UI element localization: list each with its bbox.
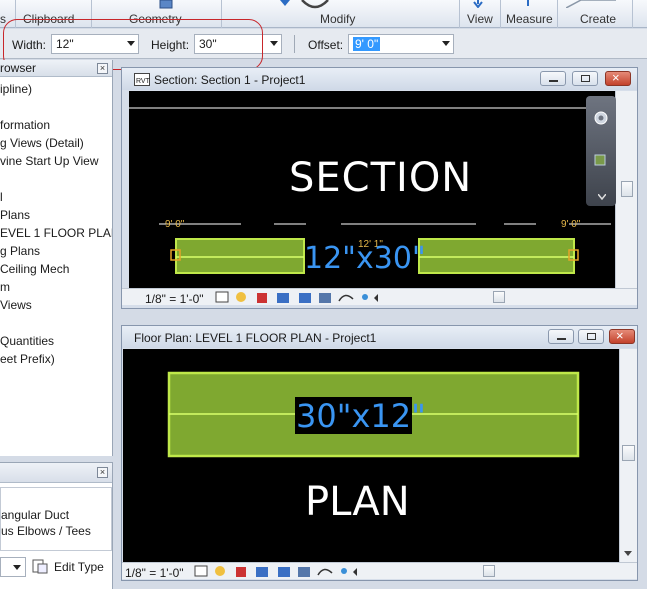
section-view-title: Section: Section 1 - Project1 — [154, 73, 306, 87]
browser-item[interactable]: EVEL 1 FLOOR PLAN — [0, 226, 112, 240]
create-icon[interactable] — [566, 0, 616, 8]
chevron-down-icon[interactable] — [598, 194, 606, 200]
close-icon[interactable]: × — [97, 63, 108, 74]
browser-item[interactable]: g Views (Detail) — [0, 136, 84, 150]
restore-button[interactable] — [572, 71, 598, 86]
section-scale[interactable]: 1/8" = 1'-0" — [145, 292, 204, 306]
section-canvas[interactable]: SECTION 9' 0" 9' 0" 12' 1" 12"x30" — [129, 91, 615, 288]
edit-type-label: Edit Type — [54, 560, 104, 574]
ribbon-panel-modify[interactable]: Modify — [320, 12, 355, 26]
browser-item[interactable]: m — [0, 280, 10, 294]
browser-item[interactable]: Views — [0, 298, 32, 312]
edit-type-button[interactable]: Edit Type — [30, 557, 112, 577]
plan-drawing — [167, 371, 580, 458]
section-duct-tag[interactable]: 12"x30" — [304, 241, 426, 276]
plan-label: PLAN — [305, 479, 410, 525]
geometry-icon[interactable] — [158, 0, 174, 10]
section-vscroll[interactable] — [586, 91, 637, 288]
browser-item[interactable]: g Plans — [0, 244, 40, 258]
section-hscroll-thumb[interactable] — [493, 291, 505, 303]
minimize-button[interactable] — [548, 329, 574, 344]
chevron-down-icon[interactable] — [13, 565, 21, 570]
view-control-icons[interactable] — [215, 291, 385, 305]
project-browser-title: rowser — [0, 61, 37, 75]
chevron-down-icon[interactable] — [270, 41, 278, 46]
plan-duct-tag[interactable]: 30"x12" — [296, 397, 426, 435]
chevron-down-icon[interactable] — [624, 551, 632, 557]
type-filter-dropdown[interactable] — [0, 557, 26, 577]
restore-button[interactable] — [578, 329, 604, 344]
browser-item[interactable]: Plans — [0, 208, 30, 222]
browser-item[interactable]: Ceiling Mech — [0, 262, 69, 276]
browser-item[interactable]: l — [0, 190, 3, 204]
browser-item[interactable]: vine Start Up View — [0, 154, 99, 168]
properties-header: × — [0, 463, 112, 483]
type-selector[interactable]: angular Duct us Elbows / Tees — [0, 487, 112, 551]
chevron-down-icon[interactable] — [442, 41, 450, 46]
ribbon-panel-view[interactable]: View — [467, 12, 493, 26]
offset-combo[interactable]: 9' 0" — [348, 34, 454, 54]
browser-item[interactable]: eet Prefix) — [0, 352, 55, 366]
minimize-button[interactable] — [540, 71, 566, 86]
offset-value: 9' 0" — [353, 37, 381, 51]
plan-view-title: Floor Plan: LEVEL 1 FLOOR PLAN - Project… — [134, 331, 377, 345]
steering-wheel-icon[interactable] — [593, 110, 609, 126]
type-name-line1: angular Duct — [1, 508, 70, 522]
offset-label: Offset: — [308, 38, 344, 52]
ribbon-panel-create[interactable]: Create — [580, 12, 616, 26]
plan-scale[interactable]: 1/8" = 1'-0" — [125, 566, 184, 580]
plan-view-titlebar: Floor Plan: LEVEL 1 FLOOR PLAN - Project… — [122, 326, 637, 348]
view-arrow-icon[interactable] — [473, 0, 483, 8]
plan-view-control-bar: 1/8" = 1'-0" — [122, 562, 637, 580]
section-dim-right: 9' 0" — [561, 219, 581, 230]
edit-type-icon — [32, 559, 48, 574]
browser-item[interactable]: Quantities — [0, 334, 54, 348]
project-browser: rowser × ipline) formation g Views (Deta… — [0, 60, 113, 456]
properties-panel: × angular Duct us Elbows / Tees Edit Typ… — [0, 462, 113, 589]
plan-view-window: Floor Plan: LEVEL 1 FLOOR PLAN - Project… — [121, 325, 638, 581]
navigation-bar[interactable] — [586, 96, 616, 206]
modify-icon[interactable] — [300, 0, 330, 10]
ribbon-panel-measure[interactable]: Measure — [506, 12, 553, 26]
project-browser-header: rowser × — [0, 60, 112, 77]
section-view-titlebar: RVT Section: Section 1 - Project1 × — [122, 68, 637, 90]
browser-item[interactable]: ipline) — [0, 82, 32, 96]
browser-item[interactable]: formation — [0, 118, 50, 132]
plan-vscroll[interactable] — [619, 349, 637, 562]
plan-hscroll-thumb[interactable] — [483, 565, 495, 577]
section-view-control-bar: 1/8" = 1'-0" — [122, 288, 637, 306]
type-name-line2: us Elbows / Tees — [1, 524, 91, 538]
close-button[interactable]: × — [609, 328, 635, 344]
measure-icon[interactable] — [523, 0, 533, 8]
close-icon[interactable]: × — [97, 467, 108, 478]
section-label: SECTION — [289, 155, 473, 201]
view-control-icons[interactable] — [194, 565, 364, 579]
section-vscroll-thumb[interactable] — [621, 181, 633, 197]
section-dim-left: 9' 0" — [165, 219, 185, 230]
arrow-icon[interactable] — [280, 0, 290, 8]
close-button[interactable]: × — [605, 70, 631, 86]
plan-vscroll-thumb[interactable] — [622, 445, 635, 461]
zoom-icon[interactable] — [593, 152, 609, 168]
section-view-window: RVT Section: Section 1 - Project1 × SECT… — [121, 67, 638, 309]
section-view-icon: RVT — [134, 73, 150, 86]
svg-text:RVT: RVT — [136, 78, 150, 85]
plan-canvas[interactable]: 30"x12" PLAN — [123, 349, 619, 562]
